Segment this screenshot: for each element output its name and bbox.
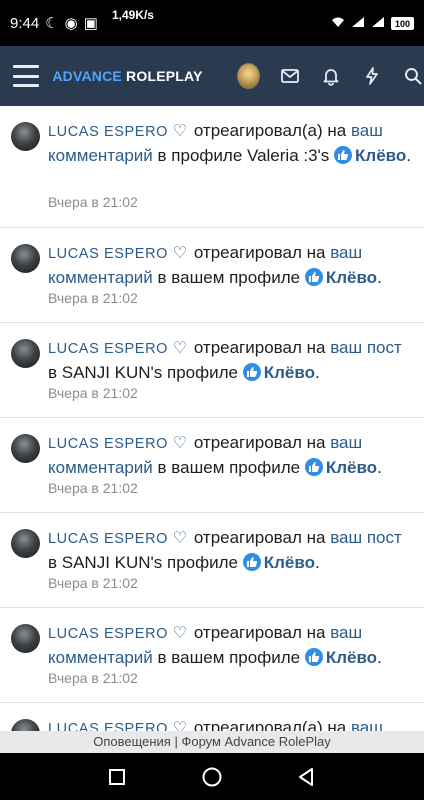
notification-text: LUCAS ESPERO ♡ отреагировал на ваш пост … [48,528,402,572]
signal-icon [351,16,365,31]
user-avatar-lucas[interactable] [11,624,40,653]
username-link[interactable]: LUCAS ESPERO [48,246,168,262]
user-avatar-lucas[interactable] [11,244,40,273]
content-link[interactable]: ваш [351,718,383,731]
bolt-icon[interactable] [362,64,383,88]
notification-text: LUCAS ESPERO ♡ отреагировал на ваш комме… [48,243,382,287]
logo-text-roleplay: ROLEPLAY [126,68,203,84]
page-title-bar: Оповещения | Форум Advance RolePlay [0,731,424,753]
action-text: отреагировал на [193,433,326,452]
heart-icon: ♡ [172,340,188,357]
notification-text: LUCAS ESPERO ♡ отреагировал(а) на ваш ко… [48,121,412,165]
reaction-label[interactable]: Клёво [264,363,315,382]
battery-icon: 100 [390,16,414,30]
back-button[interactable] [295,765,319,789]
app-header: ADVANCE ROLEPLAY [0,46,424,106]
content-link[interactable]: ваш пост [330,528,402,547]
user-avatar-lucas[interactable] [11,719,40,731]
reaction-label[interactable]: Клёво [264,553,315,572]
like-reaction-icon [242,363,261,381]
logo-text-advance: ADVANCE [52,68,127,84]
status-time: 9:44 [10,14,40,32]
notification-feed[interactable]: LUCAS ESPERO ♡ отреагировал(а) на ваш ко… [0,106,424,731]
heart-icon: ♡ [172,123,188,140]
user-avatar-lucas[interactable] [11,529,40,558]
like-reaction-icon [304,458,323,476]
username-link[interactable]: LUCAS ESPERO [48,341,168,357]
heart-icon: ♡ [172,625,188,642]
sync-icon: ◉ [64,15,78,32]
heart-icon: ♡ [172,530,188,547]
username-link[interactable]: LUCAS ESPERO [48,721,168,731]
heart-icon: ♡ [172,435,188,452]
timestamp: Вчера в 21:02 [48,670,138,686]
timestamp: Вчера в 21:02 [48,480,138,496]
signal-icon-2 [371,16,385,31]
image-icon: ▣ [83,15,98,32]
moon-icon: ☾ [45,15,59,32]
user-avatar-lucas[interactable] [11,122,40,151]
site-logo[interactable]: ADVANCE ROLEPLAY [52,68,202,84]
timestamp: Вчера в 21:02 [48,290,138,306]
timestamp: Вчера в 21:02 [48,385,138,401]
timestamp: Вчера в 21:02 [48,575,138,591]
reaction-label[interactable]: Клёво [326,458,377,477]
system-nav-bar [0,753,424,800]
context-text: в вашем профиле [157,268,301,287]
action-text: отреагировал на [193,243,326,262]
action-text: отреагировал(а) на [193,718,347,731]
like-reaction-icon [334,146,353,164]
notification-item[interactable]: LUCAS ESPERO ♡ отреагировал на ваш комме… [0,608,424,703]
bell-icon[interactable] [321,64,342,88]
context-text: в SANJI KUN's профиле [48,553,238,572]
action-text: отреагировал на [193,338,326,357]
user-avatar-lucas[interactable] [11,434,40,463]
like-reaction-icon [304,648,323,666]
context-text: в SANJI KUN's профиле [48,363,238,382]
recents-button[interactable] [105,765,129,789]
like-reaction-icon [242,553,261,571]
user-avatar[interactable] [236,63,260,89]
notification-text: LUCAS ESPERO ♡ отреагировал на ваш комме… [48,433,382,477]
action-text: отреагировал на [193,623,326,642]
context-text: в вашем профиле [157,648,301,667]
reaction-label[interactable]: Клёво [326,648,377,667]
notification-text: LUCAS ESPERO ♡ отреагировал(а) на ваш [48,716,414,731]
context-text: в профиле Valeria :3's [157,146,330,165]
action-text: отреагировал на [193,528,326,547]
heart-icon: ♡ [172,720,188,731]
username-link[interactable]: LUCAS ESPERO [48,436,168,452]
content-link[interactable]: ваш пост [330,338,402,357]
reaction-label[interactable]: Клёво [326,268,377,287]
status-bar: 9:44 ☾ ◉ ▣ 1,49K/s 100 [0,0,424,46]
action-text: отреагировал(а) на [193,121,347,140]
notification-item[interactable]: LUCAS ESPERO ♡ отреагировал на ваш комме… [0,228,424,323]
notification-item-partial[interactable]: LUCAS ESPERO ♡ отреагировал(а) на ваш [0,703,424,731]
notification-item[interactable]: LUCAS ESPERO ♡ отреагировал на ваш пост … [0,323,424,418]
home-button[interactable] [200,765,224,789]
network-speed: 1,49K/s [111,8,154,22]
timestamp: Вчера в 21:02 [48,194,138,210]
context-text: в вашем профиле [157,458,301,477]
user-avatar-lucas[interactable] [11,339,40,368]
notification-item[interactable]: LUCAS ESPERO ♡ отреагировал на ваш комме… [0,418,424,513]
search-icon[interactable] [403,64,424,88]
like-reaction-icon [304,268,323,286]
notification-text: LUCAS ESPERO ♡ отреагировал на ваш пост … [48,338,402,382]
reaction-label[interactable]: Клёво [355,146,406,165]
wifi-icon [331,16,345,31]
username-link[interactable]: LUCAS ESPERO [48,124,168,140]
username-link[interactable]: LUCAS ESPERO [48,626,168,642]
notification-text: LUCAS ESPERO ♡ отреагировал на ваш комме… [48,623,382,667]
notification-item[interactable]: LUCAS ESPERO ♡ отреагировал(а) на ваш ко… [0,106,424,228]
heart-icon: ♡ [172,245,188,262]
username-link[interactable]: LUCAS ESPERO [48,531,168,547]
menu-icon[interactable] [13,65,40,87]
mail-icon[interactable] [280,64,301,88]
notification-item[interactable]: LUCAS ESPERO ♡ отреагировал на ваш пост … [0,513,424,608]
